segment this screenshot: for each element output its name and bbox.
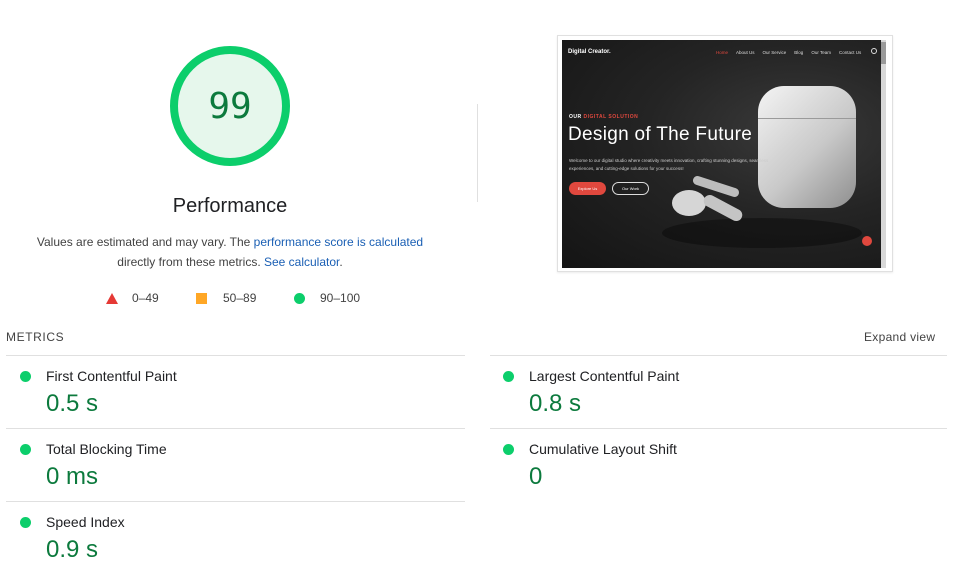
final-screenshot[interactable]: Digital Creator. Home About Us Our Servi… [557,35,893,272]
red-triangle-icon [106,292,118,304]
site-nav-item: Contact Us [839,50,862,55]
metric-label: Speed Index [46,514,125,530]
score-description: Values are estimated and may vary. The p… [20,232,440,272]
metric-label: Largest Contentful Paint [529,368,680,384]
scroll-top-button [862,236,872,246]
score-legend: 0–49 50–89 90–100 [0,291,957,307]
green-circle-icon [20,371,31,382]
case-seam [758,118,856,119]
orange-square-icon [196,292,207,304]
site-search-icon [871,48,877,54]
legend-label: 0–49 [132,291,159,305]
metric-label: Cumulative Layout Shift [529,441,677,457]
score-value: 99 [208,85,252,127]
metrics-header: METRICS [6,330,65,344]
metric-cumulative-layout-shift: Cumulative Layout Shift 0 [489,436,929,496]
hero-heading: Design of The Future [568,124,753,145]
description-text-1: Values are estimated and may vary. The [36,235,254,249]
green-circle-icon [503,371,514,382]
screenshot-viewport: Digital Creator. Home About Us Our Servi… [562,40,886,268]
site-nav-item: Our Team [811,50,831,55]
divider [490,428,947,429]
divider [6,501,465,502]
green-circle-icon [20,517,31,528]
hero-primary-button: Explore Us [569,182,606,195]
product-shadow [662,218,862,248]
site-nav-item: Home [716,50,729,55]
metric-speed-index: Speed Index 0.9 s [6,509,446,569]
legend-item-pass: 90–100 [294,291,360,305]
metric-total-blocking-time: Total Blocking Time 0 ms [6,436,446,496]
hero-secondary-button: Our Work [612,182,649,195]
performance-score-gauge: 99 [170,46,290,166]
site-scrollbar-thumb [881,42,886,64]
metric-value: 0.8 s [529,390,582,417]
site-nav-item: Our Service [762,50,787,55]
metric-value: 0.5 s [46,390,99,417]
metric-value: 0 [529,463,543,490]
green-circle-icon [503,444,514,455]
hero-kicker-accent: DIGITAL SOLUTION [583,114,639,120]
earbuds-case-image [758,86,856,208]
metric-largest-contentful-paint: Largest Contentful Paint 0.8 s [489,363,929,423]
legend-label: 90–100 [320,291,361,305]
divider [6,355,465,356]
description-text-3: . [339,255,343,269]
hero-body: Welcome to our digital studio where crea… [569,158,769,171]
metric-value: 0.9 s [46,536,99,563]
legend-item-average: 50–89 [196,291,256,305]
metric-label: First Contentful Paint [46,368,177,384]
metric-value: 0 ms [46,463,99,490]
legend-item-fail: 0–49 [106,291,159,305]
site-nav-item: About Us [736,50,755,55]
green-circle-icon [294,292,305,304]
legend-label: 50–89 [223,291,257,305]
divider [490,355,947,356]
expand-view-toggle[interactable]: Expand view [864,330,935,344]
metric-first-contentful-paint: First Contentful Paint 0.5 s [6,363,446,423]
hero-kicker-prefix: OUR [569,114,584,120]
description-text-2: directly from these metrics. [117,255,264,269]
vertical-divider [477,104,478,202]
earbud-image [672,190,706,216]
divider [6,428,465,429]
site-nav-item: Blog [794,50,804,55]
site-nav: Home About Us Our Service Blog Our Team … [716,50,861,55]
green-circle-icon [20,444,31,455]
hero-kicker: OUR DIGITAL SOLUTION [569,114,638,120]
site-logo: Digital Creator. [568,49,611,55]
score-label: Performance [172,195,288,217]
site-scrollbar [881,40,886,268]
performance-score-link[interactable]: performance score is calculated [254,235,423,249]
see-calculator-link[interactable]: See calculator [264,255,339,269]
metric-label: Total Blocking Time [46,441,167,457]
